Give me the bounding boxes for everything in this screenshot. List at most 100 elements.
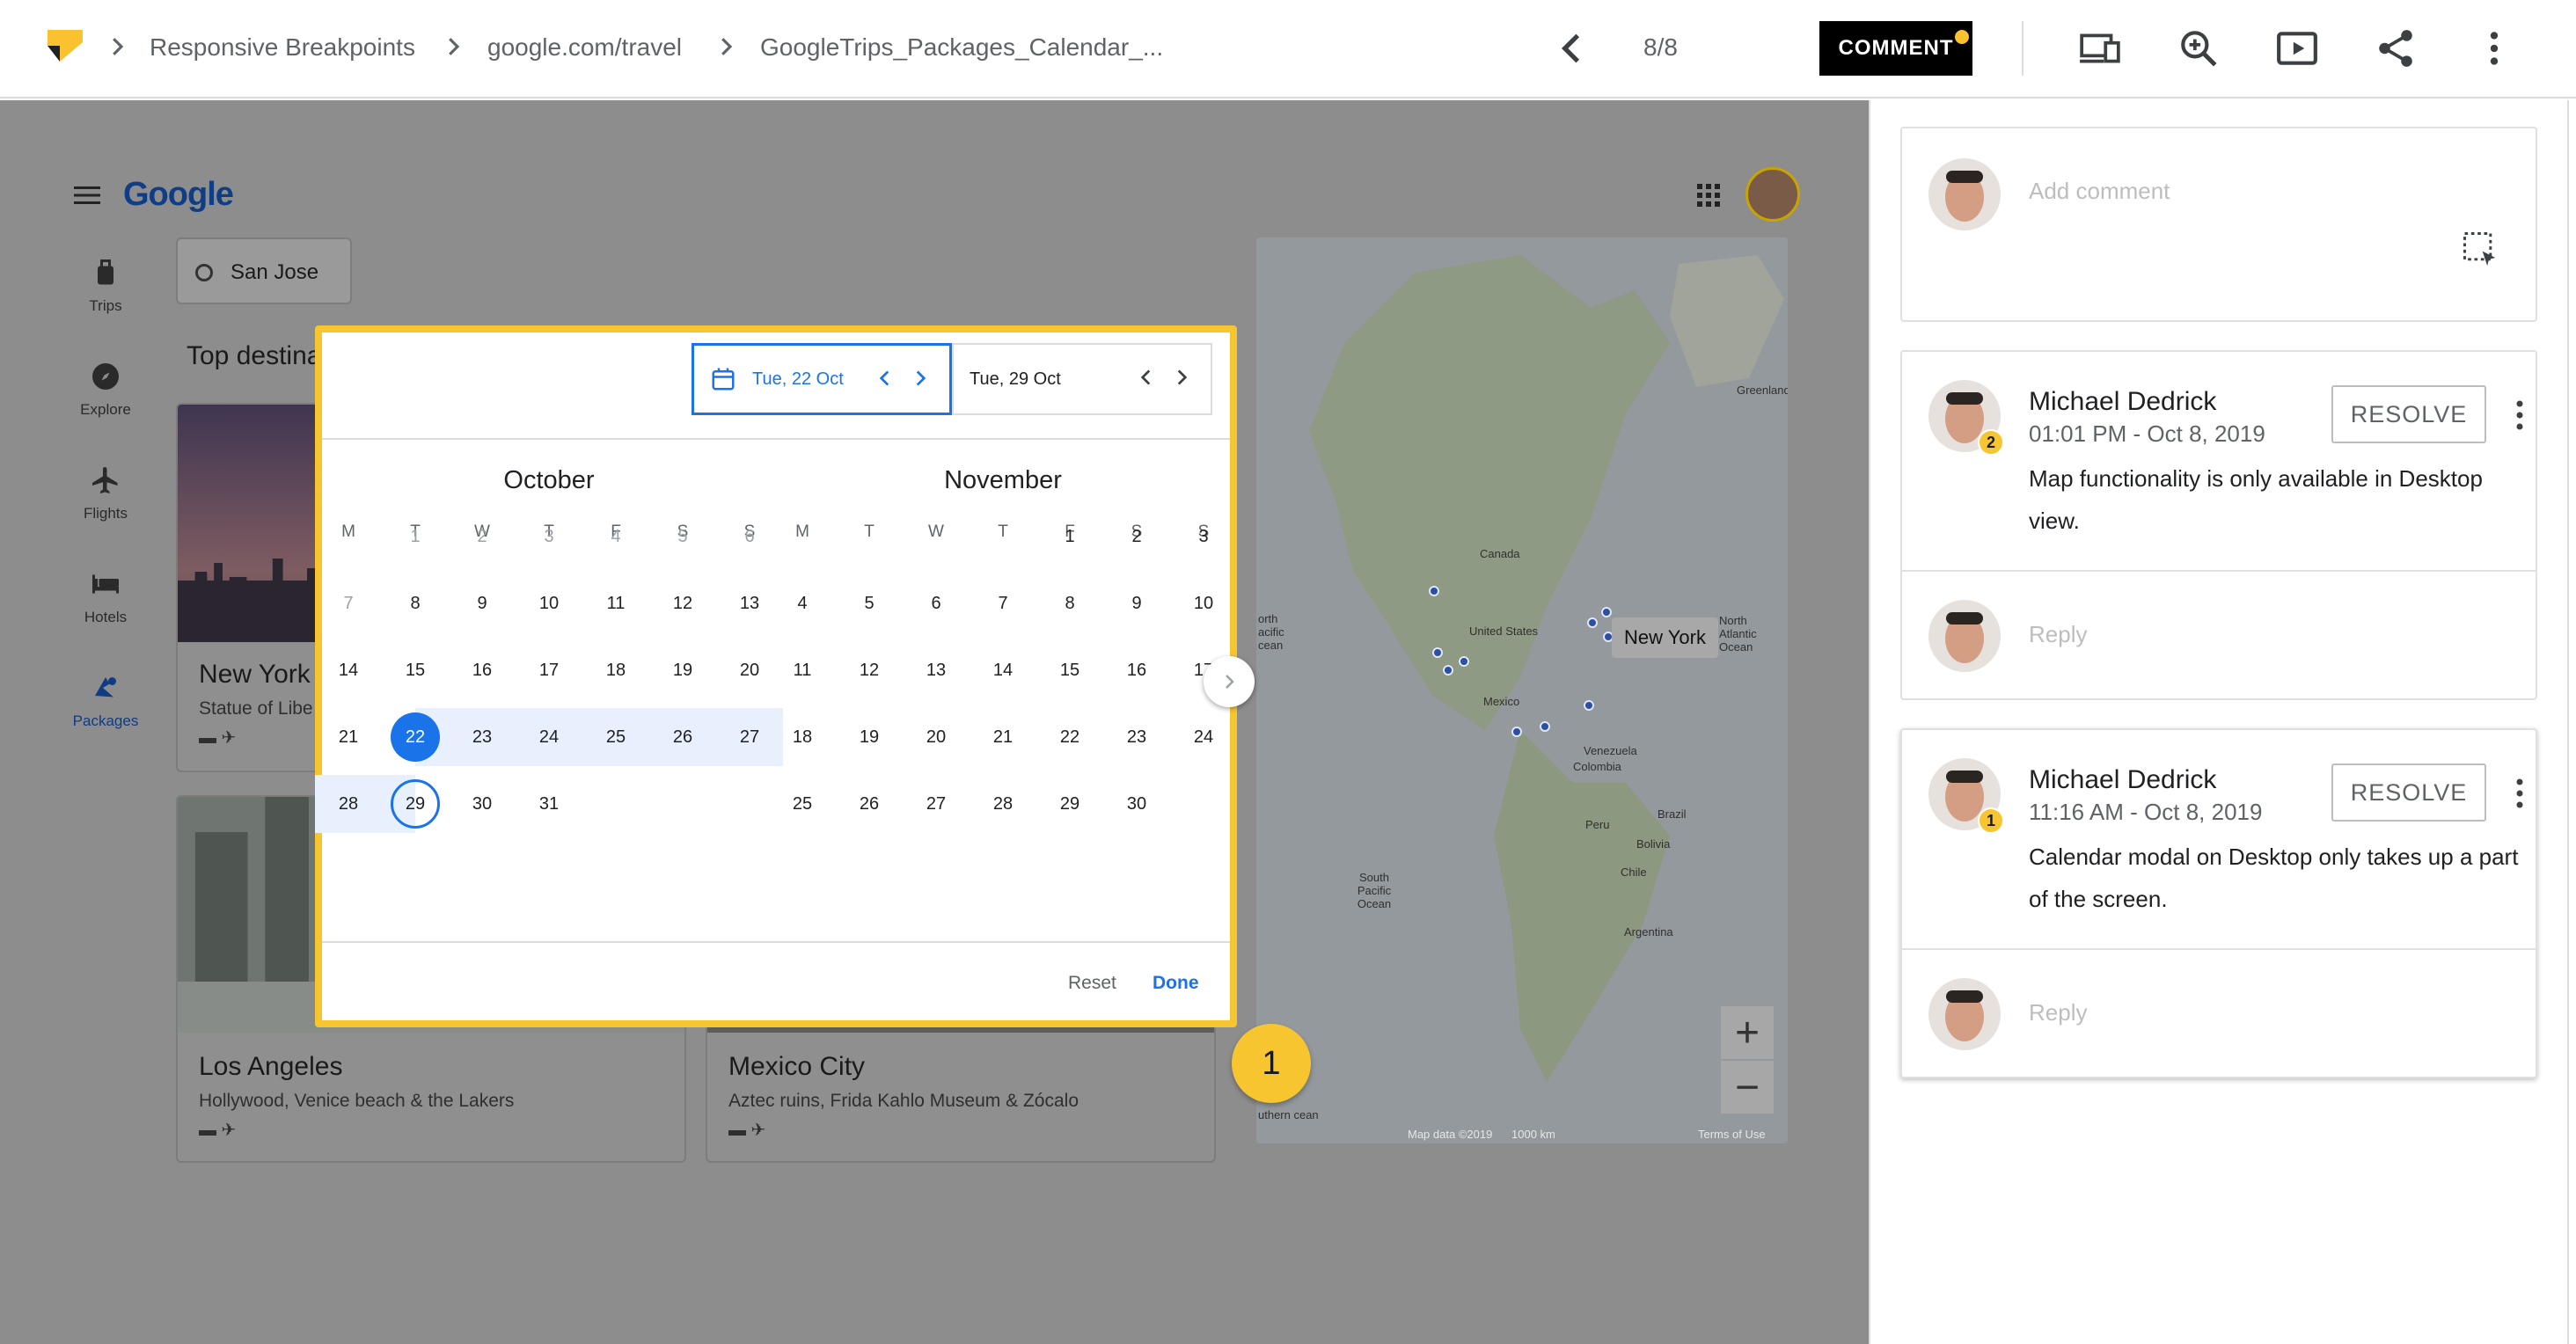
calendar-day[interactable]: 24 xyxy=(1179,712,1228,762)
devices-icon[interactable] xyxy=(2078,26,2122,70)
next-month-button[interactable] xyxy=(1204,656,1255,707)
calendar-day[interactable]: 26 xyxy=(845,779,894,829)
done-button[interactable]: Done xyxy=(1153,973,1199,994)
calendar-day[interactable]: 4 xyxy=(778,579,827,628)
calendar-day[interactable]: 1 xyxy=(391,512,440,561)
calendar-day[interactable]: 27 xyxy=(725,712,774,762)
calendar-day[interactable]: 12 xyxy=(658,579,707,628)
calendar-day[interactable]: 16 xyxy=(1112,646,1161,695)
calendar-day[interactable]: 19 xyxy=(845,712,894,762)
calendar-day[interactable]: 6 xyxy=(911,579,961,628)
calendar-day[interactable]: 10 xyxy=(524,579,574,628)
calendar-day[interactable]: 1 xyxy=(1045,512,1094,561)
calendar-day[interactable]: 8 xyxy=(391,579,440,628)
zoom-out-button[interactable]: − xyxy=(1721,1061,1774,1114)
calendar-day[interactable]: 30 xyxy=(457,779,507,829)
calendar-day[interactable]: 24 xyxy=(524,712,574,762)
calendar-day[interactable]: 14 xyxy=(978,646,1028,695)
next-date-icon[interactable] xyxy=(1170,366,1193,389)
calendar-day[interactable]: 9 xyxy=(457,579,507,628)
calendar-day[interactable]: 4 xyxy=(591,512,640,561)
google-logo[interactable]: Google xyxy=(123,176,234,214)
calendar-day[interactable]: 15 xyxy=(391,646,440,695)
calendar-day[interactable]: 5 xyxy=(845,579,894,628)
resolve-button[interactable]: RESOLVE xyxy=(2331,385,2486,443)
zoom-in-button[interactable]: + xyxy=(1721,1006,1774,1059)
nav-explore[interactable]: Explore xyxy=(53,361,158,419)
app-logo-icon[interactable] xyxy=(48,30,83,62)
calendar-day[interactable]: 7 xyxy=(978,579,1028,628)
nav-hotels[interactable]: Hotels xyxy=(53,568,158,626)
region-select-icon[interactable] xyxy=(2460,229,2499,267)
end-date-field[interactable]: Tue, 29 Oct xyxy=(952,343,1212,415)
back-icon[interactable] xyxy=(1550,26,1594,70)
map-terms-link[interactable]: Terms of Use xyxy=(1698,1128,1766,1141)
calendar-day[interactable]: 12 xyxy=(845,646,894,695)
selected-end-day[interactable]: 29 xyxy=(391,779,440,829)
map-pin[interactable] xyxy=(1432,647,1443,658)
annotation-marker[interactable]: 1 xyxy=(1232,1024,1311,1103)
calendar-day[interactable]: 29 xyxy=(1045,779,1094,829)
reply-input[interactable]: Reply xyxy=(2029,621,2087,648)
calendar-day[interactable]: 20 xyxy=(911,712,961,762)
calendar-day[interactable]: 9 xyxy=(1112,579,1161,628)
calendar-day[interactable]: 23 xyxy=(457,712,507,762)
calendar-day[interactable]: 16 xyxy=(457,646,507,695)
calendar-day[interactable]: 30 xyxy=(1112,779,1161,829)
breadcrumb-screen[interactable]: GoogleTrips_Packages_Calendar_... xyxy=(760,33,1163,62)
calendar-day[interactable]: 10 xyxy=(1179,579,1228,628)
calendar-day[interactable]: 27 xyxy=(911,779,961,829)
selected-start-day[interactable]: 22 xyxy=(391,712,440,762)
nav-trips[interactable]: Trips xyxy=(53,257,158,315)
add-comment-box[interactable]: Add comment xyxy=(1900,127,2537,322)
more-vert-icon[interactable] xyxy=(2472,26,2516,70)
destination-map[interactable]: Greenland Canada United States Mexico Ve… xyxy=(1256,237,1788,1143)
breadcrumb-project[interactable]: Responsive Breakpoints xyxy=(150,33,415,62)
map-pin[interactable] xyxy=(1429,586,1439,596)
map-pin[interactable] xyxy=(1459,656,1469,667)
calendar-day[interactable]: 14 xyxy=(324,646,373,695)
calendar-day[interactable]: 21 xyxy=(978,712,1028,762)
more-vert-icon[interactable] xyxy=(2511,778,2528,809)
map-pin[interactable] xyxy=(1540,721,1550,732)
map-pin[interactable] xyxy=(1601,607,1612,617)
calendar-day[interactable]: 8 xyxy=(1045,579,1094,628)
apps-grid-icon[interactable] xyxy=(1696,183,1721,208)
calendar-day[interactable]: 28 xyxy=(324,779,373,829)
reply-input[interactable]: Reply xyxy=(2029,999,2087,1026)
scrollbar-track[interactable] xyxy=(2567,100,2569,1344)
breadcrumb-section[interactable]: google.com/travel xyxy=(487,33,682,62)
calendar-day[interactable]: 25 xyxy=(778,779,827,829)
share-icon[interactable] xyxy=(2374,26,2418,70)
calendar-day[interactable]: 2 xyxy=(1112,512,1161,561)
calendar-day[interactable]: 3 xyxy=(524,512,574,561)
calendar-day[interactable]: 23 xyxy=(1112,712,1161,762)
calendar-day[interactable]: 18 xyxy=(778,712,827,762)
calendar-day[interactable]: 26 xyxy=(658,712,707,762)
hamburger-menu-icon[interactable] xyxy=(74,185,100,206)
start-date-field[interactable]: Tue, 22 Oct xyxy=(692,343,952,415)
calendar-day[interactable]: 11 xyxy=(591,579,640,628)
calendar-day[interactable]: 5 xyxy=(658,512,707,561)
origin-search-field[interactable]: San Jose xyxy=(176,237,352,304)
calendar-day[interactable]: 7 xyxy=(324,579,373,628)
calendar-day[interactable]: 17 xyxy=(524,646,574,695)
map-pin[interactable] xyxy=(1584,700,1594,711)
calendar-day[interactable]: 25 xyxy=(591,712,640,762)
nav-packages[interactable]: Packages xyxy=(53,672,158,730)
calendar-day[interactable]: 19 xyxy=(658,646,707,695)
present-icon[interactable] xyxy=(2275,26,2319,70)
prev-date-icon[interactable] xyxy=(874,367,896,390)
zoom-icon[interactable] xyxy=(2177,26,2221,70)
map-pin[interactable] xyxy=(1511,727,1522,737)
more-vert-icon[interactable] xyxy=(2511,399,2528,431)
calendar-day[interactable]: 15 xyxy=(1045,646,1094,695)
calendar-day[interactable]: 3 xyxy=(1179,512,1228,561)
calendar-day[interactable]: 20 xyxy=(725,646,774,695)
next-date-icon[interactable] xyxy=(909,367,932,390)
comment-button[interactable]: COMMENT xyxy=(1819,21,1972,76)
nav-flights[interactable]: Flights xyxy=(53,464,158,522)
prev-date-icon[interactable] xyxy=(1135,366,1158,389)
calendar-day[interactable]: 13 xyxy=(725,579,774,628)
calendar-day[interactable]: 18 xyxy=(591,646,640,695)
